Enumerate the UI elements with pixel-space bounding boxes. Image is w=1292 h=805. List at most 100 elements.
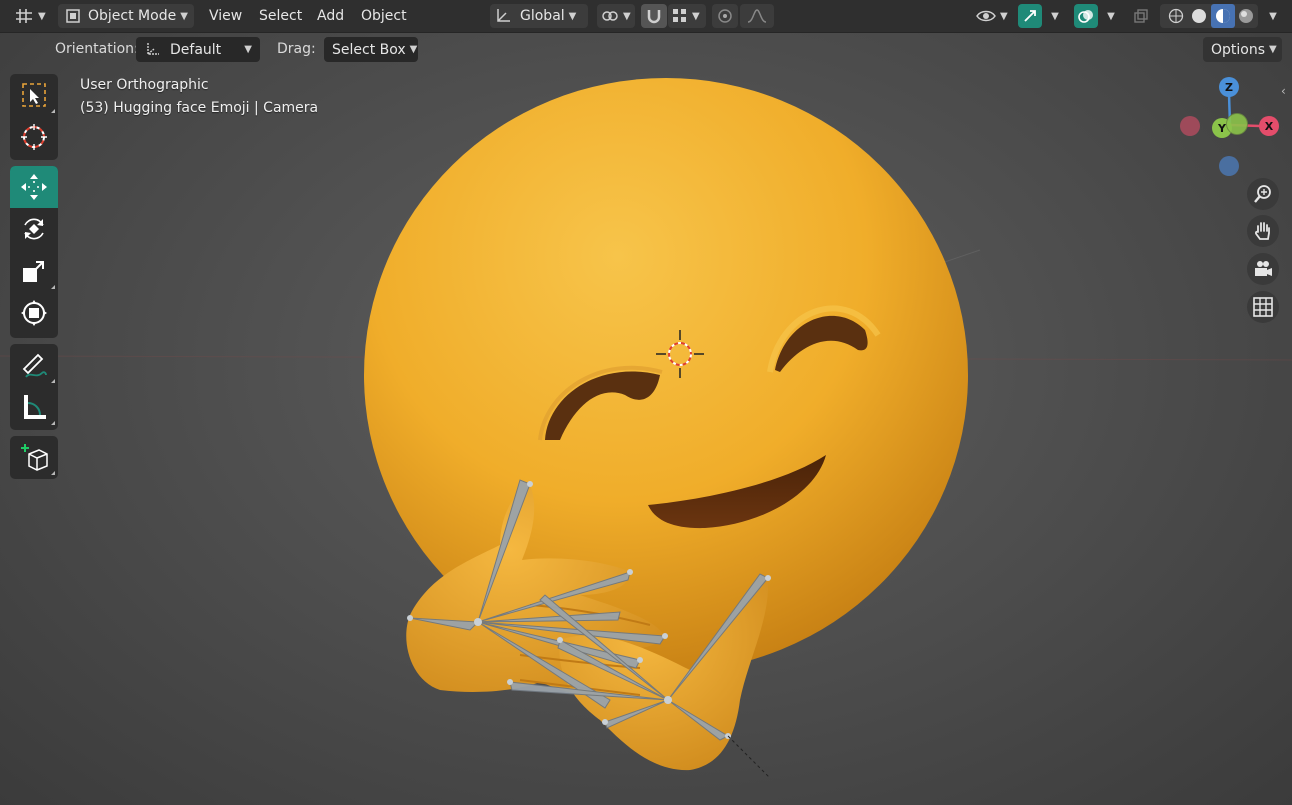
shading-mode-group bbox=[1160, 4, 1258, 28]
gizmo-toggle[interactable] bbox=[1018, 4, 1042, 28]
eye-icon bbox=[976, 10, 996, 22]
pivot-point-selector[interactable]: ▼ bbox=[597, 4, 635, 28]
menu-select[interactable]: Select bbox=[259, 8, 302, 24]
gizmo-z-label: Z bbox=[1225, 80, 1233, 94]
orientation-axes-icon bbox=[147, 42, 159, 55]
view-name: User Orthographic bbox=[80, 77, 209, 93]
options-dropdown[interactable]: Options ▼ bbox=[1203, 37, 1282, 62]
tool-rotate[interactable] bbox=[10, 208, 58, 250]
mode-selector[interactable]: Object Mode ▼ bbox=[58, 4, 194, 28]
object-mode-icon bbox=[66, 9, 80, 23]
tool-options-indicator bbox=[51, 109, 55, 113]
camera-view-button[interactable] bbox=[1247, 253, 1279, 285]
sidebar-toggle-arrow-icon[interactable]: ‹ bbox=[1281, 84, 1286, 98]
pan-button[interactable] bbox=[1247, 215, 1279, 247]
toolbar-transform-group bbox=[10, 166, 58, 338]
tool-measure[interactable] bbox=[10, 386, 58, 428]
tool-add-cube[interactable] bbox=[10, 436, 58, 478]
chevron-down-icon: ▼ bbox=[623, 10, 631, 22]
orientation-value: Default bbox=[170, 41, 222, 58]
scene-render bbox=[0, 78, 1292, 779]
select-box-icon bbox=[22, 83, 46, 107]
toolbar-add-group bbox=[10, 436, 58, 479]
magnet-icon bbox=[647, 10, 661, 24]
proportional-edit-icon bbox=[718, 9, 732, 23]
chevron-down-icon: ▼ bbox=[1269, 10, 1277, 22]
tool-scale[interactable] bbox=[10, 250, 58, 292]
chevron-down-icon: ▼ bbox=[692, 10, 700, 22]
cursor-icon bbox=[21, 124, 47, 150]
drag-dropdown[interactable]: Select Box ▼ bbox=[324, 37, 418, 62]
chevron-down-icon: ▼ bbox=[1000, 10, 1008, 22]
gizmo-x-label: X bbox=[1264, 119, 1274, 133]
ortho-toggle-button[interactable] bbox=[1247, 291, 1279, 323]
viewport-editor-icon bbox=[16, 9, 32, 23]
chevron-down-icon: ▼ bbox=[568, 10, 577, 22]
proportional-editing-toggle[interactable] bbox=[712, 4, 738, 28]
options-label: Options bbox=[1211, 41, 1266, 58]
chevron-down-icon: ▼ bbox=[1051, 10, 1059, 22]
tool-move[interactable] bbox=[10, 166, 58, 208]
tool-cursor[interactable] bbox=[10, 116, 58, 158]
measure-icon bbox=[24, 395, 46, 419]
transform-orientation-selector[interactable]: Global ▼ bbox=[490, 4, 588, 28]
chevron-down-icon: ▼ bbox=[244, 44, 252, 55]
tool-options-indicator bbox=[51, 471, 55, 475]
chevron-down-icon: ▼ bbox=[38, 10, 46, 22]
drag-value: Select Box bbox=[332, 41, 406, 58]
gizmo-x-axis[interactable]: X bbox=[1259, 116, 1279, 136]
editor-type-button[interactable]: ▼ bbox=[14, 4, 50, 28]
falloff-curve-icon bbox=[747, 9, 767, 23]
menu-view[interactable]: View bbox=[209, 8, 242, 24]
snap-grid-icon bbox=[673, 9, 686, 22]
object-info: (53) Hugging face Emoji | Camera bbox=[80, 100, 319, 116]
visibility-selector[interactable]: ▼ bbox=[972, 4, 1010, 28]
chevron-down-icon: ▼ bbox=[180, 10, 188, 22]
menu-object[interactable]: Object bbox=[361, 8, 407, 24]
navigation-gizmo[interactable]: Z X Y bbox=[1170, 70, 1290, 180]
gizmo-z-axis[interactable]: Z bbox=[1219, 77, 1239, 97]
overlays-toggle[interactable] bbox=[1074, 4, 1098, 28]
tool-select-box[interactable] bbox=[10, 74, 58, 116]
zoom-button[interactable] bbox=[1247, 178, 1279, 210]
transform-orientation-label: Global bbox=[520, 8, 565, 24]
drag-label: Drag: bbox=[277, 41, 316, 57]
viewport-header: ▼ Object Mode ▼ View Select Add Object G… bbox=[0, 0, 1292, 33]
annotate-icon bbox=[22, 353, 47, 378]
solid-shading-icon[interactable] bbox=[1188, 8, 1212, 24]
material-preview-icon[interactable] bbox=[1211, 4, 1235, 28]
tool-options-indicator bbox=[51, 285, 55, 289]
orientation-label: Orientation: bbox=[55, 41, 139, 57]
snap-target-selector[interactable]: ▼ bbox=[668, 4, 706, 28]
menu-add[interactable]: Add bbox=[317, 8, 344, 24]
gizmo-y-positive-axis[interactable] bbox=[1226, 113, 1248, 135]
overlays-dropdown[interactable]: ▼ bbox=[1100, 4, 1122, 28]
move-icon bbox=[21, 174, 47, 200]
orientation-dropdown[interactable]: Default ▼ bbox=[136, 37, 260, 62]
gizmo-negative-x-axis[interactable] bbox=[1180, 116, 1200, 136]
rotate-icon bbox=[24, 218, 44, 240]
chevron-down-icon: ▼ bbox=[409, 44, 418, 55]
xray-toggle[interactable] bbox=[1130, 4, 1152, 28]
gizmo-negative-z-axis[interactable] bbox=[1219, 156, 1239, 176]
pivot-icon bbox=[602, 11, 618, 21]
grid-icon bbox=[1253, 297, 1273, 317]
toolbar-annotate-group bbox=[10, 344, 58, 430]
camera-icon bbox=[1255, 261, 1272, 276]
tool-annotate[interactable] bbox=[10, 344, 58, 386]
rendered-shading-icon[interactable] bbox=[1235, 8, 1259, 24]
wireframe-shading-icon[interactable] bbox=[1164, 8, 1188, 24]
tool-options-indicator bbox=[51, 421, 55, 425]
falloff-selector[interactable] bbox=[740, 4, 774, 28]
add-cube-icon bbox=[21, 444, 48, 471]
3d-viewport[interactable] bbox=[0, 0, 1292, 805]
gizmo-dropdown[interactable]: ▼ bbox=[1044, 4, 1066, 28]
tool-options-indicator bbox=[51, 379, 55, 383]
transform-icon bbox=[21, 300, 47, 326]
tool-transform[interactable] bbox=[10, 292, 58, 334]
scale-icon bbox=[23, 261, 44, 282]
chevron-down-icon: ▼ bbox=[1269, 44, 1277, 55]
xray-icon bbox=[1134, 9, 1148, 23]
snap-toggle[interactable] bbox=[641, 4, 667, 28]
shading-dropdown[interactable]: ▼ bbox=[1262, 4, 1284, 28]
